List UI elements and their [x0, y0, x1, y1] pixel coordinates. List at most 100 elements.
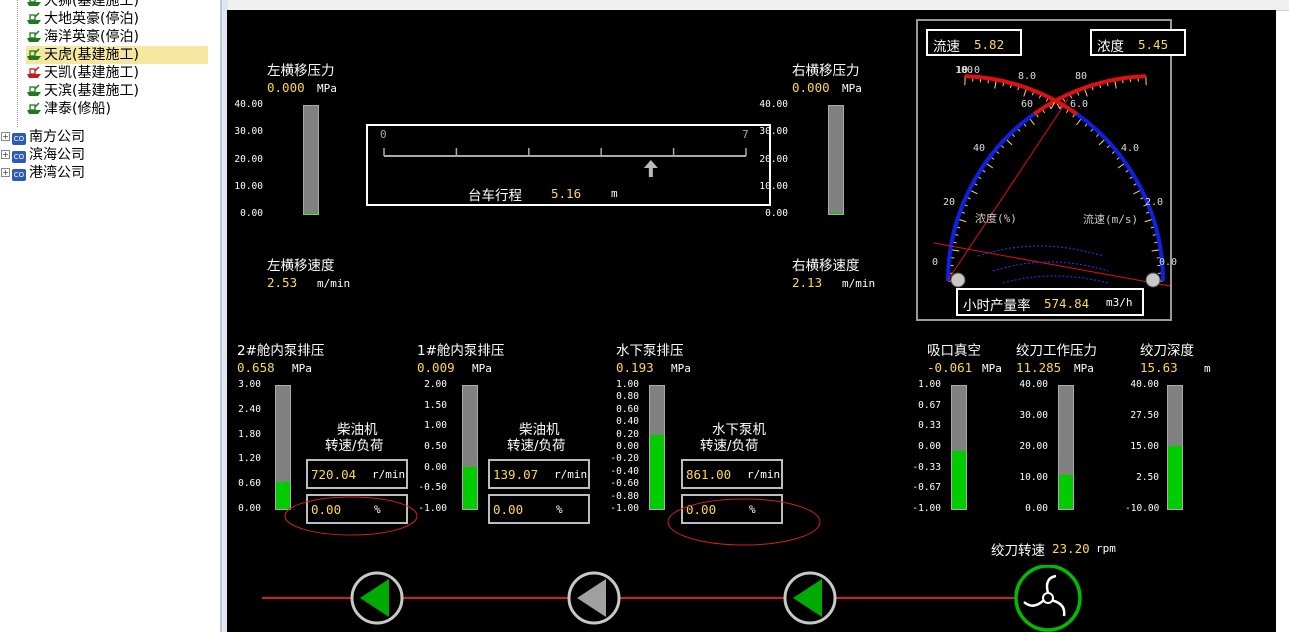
scale-tick-label: 0.60 — [616, 403, 639, 415]
tree-item-ship[interactable]: 天虎(基建施工) — [26, 46, 208, 64]
scale-tick-label: 1.00 — [424, 420, 447, 432]
cutter-depth-unit: m — [1204, 362, 1211, 375]
flow-arc — [964, 74, 1165, 282]
density-axis-label: 浓度(%) — [975, 212, 1017, 225]
scale-tick-label: -0.60 — [610, 478, 639, 490]
tree-expander-icon[interactable]: + — [1, 168, 10, 177]
scale-tick-label: 10.00 — [234, 180, 263, 192]
pump1-rpm-box: 139.07 r/min — [488, 459, 590, 489]
cutter-depth-label: 绞刀深度 — [1140, 343, 1194, 359]
tree-item-label: 南方公司 — [29, 129, 85, 145]
scale-tick-label: 0.00 — [1025, 503, 1048, 514]
ship-icon — [27, 102, 41, 114]
cutter-speed-label: 绞刀转速 — [991, 543, 1045, 559]
right-traverse-speed-label: 右横移速度 — [792, 258, 860, 274]
tree-item-ship[interactable]: 津泰(修船) — [26, 100, 111, 118]
company-icon: CO — [12, 151, 26, 163]
ship-icon — [27, 30, 41, 42]
left-traverse-speed-unit: m/min — [317, 277, 351, 290]
left-traverse-speed-label: 左横移速度 — [267, 258, 335, 274]
bar-fill — [1168, 446, 1182, 509]
density-value: 5.45 — [1138, 37, 1169, 52]
scale-tick-label: 0.00 — [238, 503, 261, 514]
left-traverse-pressure-bar — [303, 105, 319, 215]
pump1-label: 1#舱内泵排压 — [417, 343, 505, 359]
scale-tick-label: 20.00 — [1019, 441, 1048, 452]
flow-axis-label: 流速(m/s) — [1083, 213, 1139, 226]
tree-item-label: 天虎(基建施工) — [44, 47, 139, 63]
cutter-depth-value: 15.63 — [1140, 360, 1178, 375]
tree-expander-icon[interactable]: + — [1, 132, 10, 141]
density-arc-segment — [946, 112, 1036, 282]
scale-tick-label: 0.50 — [424, 441, 447, 452]
tree-item-label: 津泰(修船) — [44, 101, 111, 117]
tree-item-ship[interactable]: 天滨(基建施工) — [26, 82, 139, 100]
cutter-pressure-unit: MPa — [1074, 362, 1094, 375]
density-label: 浓度 — [1097, 39, 1124, 55]
scale-tick-label: 20.00 — [759, 153, 788, 165]
scale-tick-label: 15.00 — [1130, 441, 1159, 452]
pump1-load-value: 0.00 — [493, 502, 524, 517]
cutter-depth-bar — [1167, 385, 1183, 510]
tree-item-ship[interactable]: 天凯(基建施工) — [26, 64, 139, 82]
production-value: 574.84 — [1044, 296, 1090, 311]
tree-item-company[interactable]: CO 滨海公司 — [12, 146, 85, 164]
tree-item-label: 天凯(基建施工) — [44, 65, 139, 81]
bar-fill — [1059, 474, 1073, 509]
scale-tick-label: 0.60 — [238, 478, 261, 490]
tree-item-company[interactable]: CO 南方公司 — [12, 128, 85, 146]
tree-item-ship[interactable]: 大地英豪(停泊) — [26, 10, 139, 28]
pipeline-diagram — [262, 565, 1082, 632]
flow-density-gauge: 100 80 60 40 20 0 10.0 8.0 6.0 4.0 2.0 0.0 流速 5.82 … — [916, 19, 1186, 321]
scale-tick-label: -1.00 — [610, 503, 639, 514]
scale-tick-label: 1.80 — [238, 428, 261, 440]
underwater-pump-engine-sublabel: 转速/负荷 — [700, 438, 759, 454]
pump1-rpm-unit: r/min — [554, 468, 588, 481]
scale-tick-label: 0.67 — [918, 399, 941, 411]
pump2-load-value: 0.00 — [311, 502, 342, 517]
ship-tree-sidebar: 大狮(基建施工) 大地英豪(停泊) 海洋英豪(停泊) 天虎(基建施工) 天凯(基建施工)… — [0, 0, 221, 632]
flow-scale-label: 2.0 — [1145, 197, 1164, 208]
density-scale-label: 60 — [1021, 99, 1034, 110]
bar-fill — [463, 467, 477, 509]
bar-fill — [829, 212, 843, 214]
scale-tick-label: 10.00 — [759, 180, 788, 192]
bar-fill — [650, 435, 664, 509]
pump1-load-unit: % — [556, 503, 563, 516]
flow-readout-box: 流速 5.82 — [926, 29, 1022, 56]
scale-tick-label: 1.00 — [616, 379, 639, 390]
density-arc — [946, 74, 1147, 282]
monitor-panel: 左横移压力 0.000 MPa 40.00 30.00 20.00 10.00 0.00… — [227, 10, 1276, 632]
scale-tick-label: 10.00 — [1019, 472, 1048, 483]
flow-scale-label: 10.0 — [956, 65, 981, 76]
cutter-speed-unit: rpm — [1096, 542, 1116, 555]
tree-item-company[interactable]: CO 港湾公司 — [12, 164, 85, 182]
underwater-pump-value: 0.193 — [616, 360, 654, 375]
pump2-unit: MPa — [292, 362, 312, 375]
scale-tick-label: 20.00 — [234, 153, 263, 165]
trolley-travel-box: 0 7 台车行程 5.16 m — [366, 124, 771, 206]
scale-tick-label: 40.00 — [234, 99, 263, 110]
tree-item-ship[interactable]: 大狮(基建施工) — [26, 0, 139, 10]
trolley-travel-value: 5.16 — [551, 186, 582, 201]
ship-icon — [27, 48, 41, 60]
tree-item-label: 港湾公司 — [29, 165, 85, 181]
underwater-pump-rpm-unit: r/min — [747, 468, 781, 481]
ship-icon — [27, 84, 41, 96]
flow-needle — [933, 242, 1170, 287]
tree-item-label: 天滨(基建施工) — [44, 83, 139, 99]
underwater-pump-icon — [783, 571, 837, 625]
gauge-pivot-right — [1145, 272, 1161, 288]
tree-item-ship[interactable]: 海洋英豪(停泊) — [26, 28, 139, 46]
scale-tick-label: 30.00 — [234, 126, 263, 138]
scale-tick-label: 0.00 — [765, 208, 788, 219]
underwater-pump-rpm-value: 861.00 — [686, 467, 732, 482]
trolley-position-arrow-icon — [643, 160, 658, 177]
scale-tick-label: 27.50 — [1130, 410, 1159, 421]
bar-fill — [276, 481, 290, 509]
left-traverse-pressure-unit: MPa — [317, 82, 337, 95]
scale-tick-label: 1.00 — [918, 379, 941, 390]
pump2-rpm-value: 720.04 — [311, 467, 357, 482]
pump1-unit: MPa — [472, 362, 492, 375]
tree-expander-icon[interactable]: + — [1, 150, 10, 159]
